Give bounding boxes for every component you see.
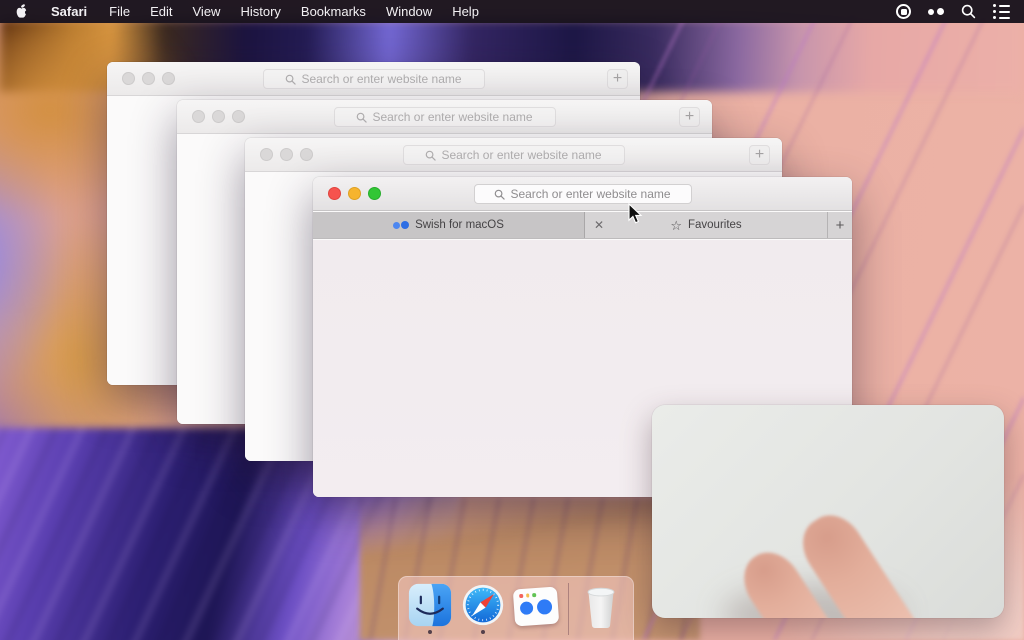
menu-item-edit[interactable]: Edit — [140, 0, 182, 23]
desktop[interactable]: Safari File Edit View History Bookmarks … — [0, 0, 1024, 640]
apple-menu[interactable] — [14, 3, 29, 20]
trash-icon — [581, 583, 621, 629]
running-indicator — [481, 630, 485, 634]
dock-item-safari[interactable] — [460, 583, 506, 635]
address-bar-placeholder: Search or enter website name — [441, 148, 601, 162]
zoom-button[interactable] — [232, 110, 245, 123]
zoom-button[interactable] — [300, 148, 313, 161]
address-bar[interactable]: Search or enter website name — [334, 107, 556, 127]
screen-recording-stop-icon[interactable] — [896, 4, 911, 19]
tab-label: Favourites — [688, 219, 742, 231]
tab-favourites[interactable]: ✕ ☆ Favourites — [585, 212, 828, 238]
star-icon: ☆ — [670, 219, 682, 232]
window-toolbar: Search or enter website name + — [245, 138, 782, 172]
window-toolbar: Search or enter website name + — [177, 100, 712, 134]
minimize-button[interactable] — [348, 187, 361, 200]
search-icon — [425, 150, 436, 161]
address-bar[interactable]: Search or enter website name — [474, 184, 692, 204]
tab-swish-for-macos[interactable]: Swish for macOS — [313, 212, 585, 238]
menu-item-app[interactable]: Safari — [39, 0, 99, 23]
swish-favicon — [393, 221, 409, 229]
menu-item-view[interactable]: View — [183, 0, 231, 23]
safari-icon — [461, 583, 505, 627]
close-button[interactable] — [122, 72, 135, 85]
finder-icon — [408, 583, 452, 627]
dock — [398, 576, 634, 640]
close-button[interactable] — [260, 148, 273, 161]
traffic-lights — [122, 72, 175, 85]
address-bar[interactable]: Search or enter website name — [403, 145, 625, 165]
minimize-button[interactable] — [280, 148, 293, 161]
dock-item-finder[interactable] — [407, 583, 453, 635]
apple-icon — [14, 3, 29, 20]
tab-close-icon[interactable]: ✕ — [594, 219, 604, 231]
traffic-lights — [328, 187, 381, 200]
trackpad-gesture-overlay — [652, 405, 1004, 618]
menu-bar-status-area — [896, 4, 1010, 19]
window-toolbar: Search or enter website name + — [107, 62, 640, 96]
notification-center-icon[interactable] — [993, 4, 1010, 19]
menu-item-file[interactable]: File — [99, 0, 140, 23]
new-tab-button[interactable]: + — [828, 212, 852, 238]
minimize-button[interactable] — [142, 72, 155, 85]
new-tab-button[interactable]: + — [679, 107, 700, 127]
traffic-lights — [260, 148, 313, 161]
new-tab-button[interactable]: + — [749, 145, 770, 165]
menu-item-window[interactable]: Window — [376, 0, 442, 23]
tab-bar: Swish for macOS ✕ ☆ Favourites + — [313, 212, 852, 239]
close-button[interactable] — [192, 110, 205, 123]
window-toolbar: Search or enter website name — [313, 177, 852, 211]
tab-label: Swish for macOS — [415, 219, 504, 231]
swish-icon — [513, 587, 559, 627]
new-tab-button[interactable]: + — [607, 69, 628, 89]
address-bar-placeholder: Search or enter website name — [301, 72, 461, 86]
menu-bar: Safari File Edit View History Bookmarks … — [0, 0, 1024, 23]
search-icon — [494, 189, 505, 200]
address-bar[interactable]: Search or enter website name — [263, 69, 485, 89]
search-icon — [285, 74, 296, 85]
menu-item-bookmarks[interactable]: Bookmarks — [291, 0, 376, 23]
swish-menu-icon[interactable] — [928, 8, 944, 15]
menu-item-help[interactable]: Help — [442, 0, 489, 23]
menu-item-history[interactable]: History — [230, 0, 290, 23]
address-bar-placeholder: Search or enter website name — [372, 110, 532, 124]
dock-separator — [568, 583, 569, 635]
search-icon — [356, 112, 367, 123]
close-button[interactable] — [328, 187, 341, 200]
dock-item-trash[interactable] — [578, 583, 624, 635]
traffic-lights — [192, 110, 245, 123]
dock-item-swish[interactable] — [513, 583, 559, 635]
zoom-button[interactable] — [162, 72, 175, 85]
minimize-button[interactable] — [212, 110, 225, 123]
zoom-button[interactable] — [368, 187, 381, 200]
address-bar-placeholder: Search or enter website name — [510, 187, 670, 201]
running-indicator — [428, 630, 432, 634]
mouse-cursor — [628, 203, 643, 225]
spotlight-icon[interactable] — [961, 4, 976, 19]
